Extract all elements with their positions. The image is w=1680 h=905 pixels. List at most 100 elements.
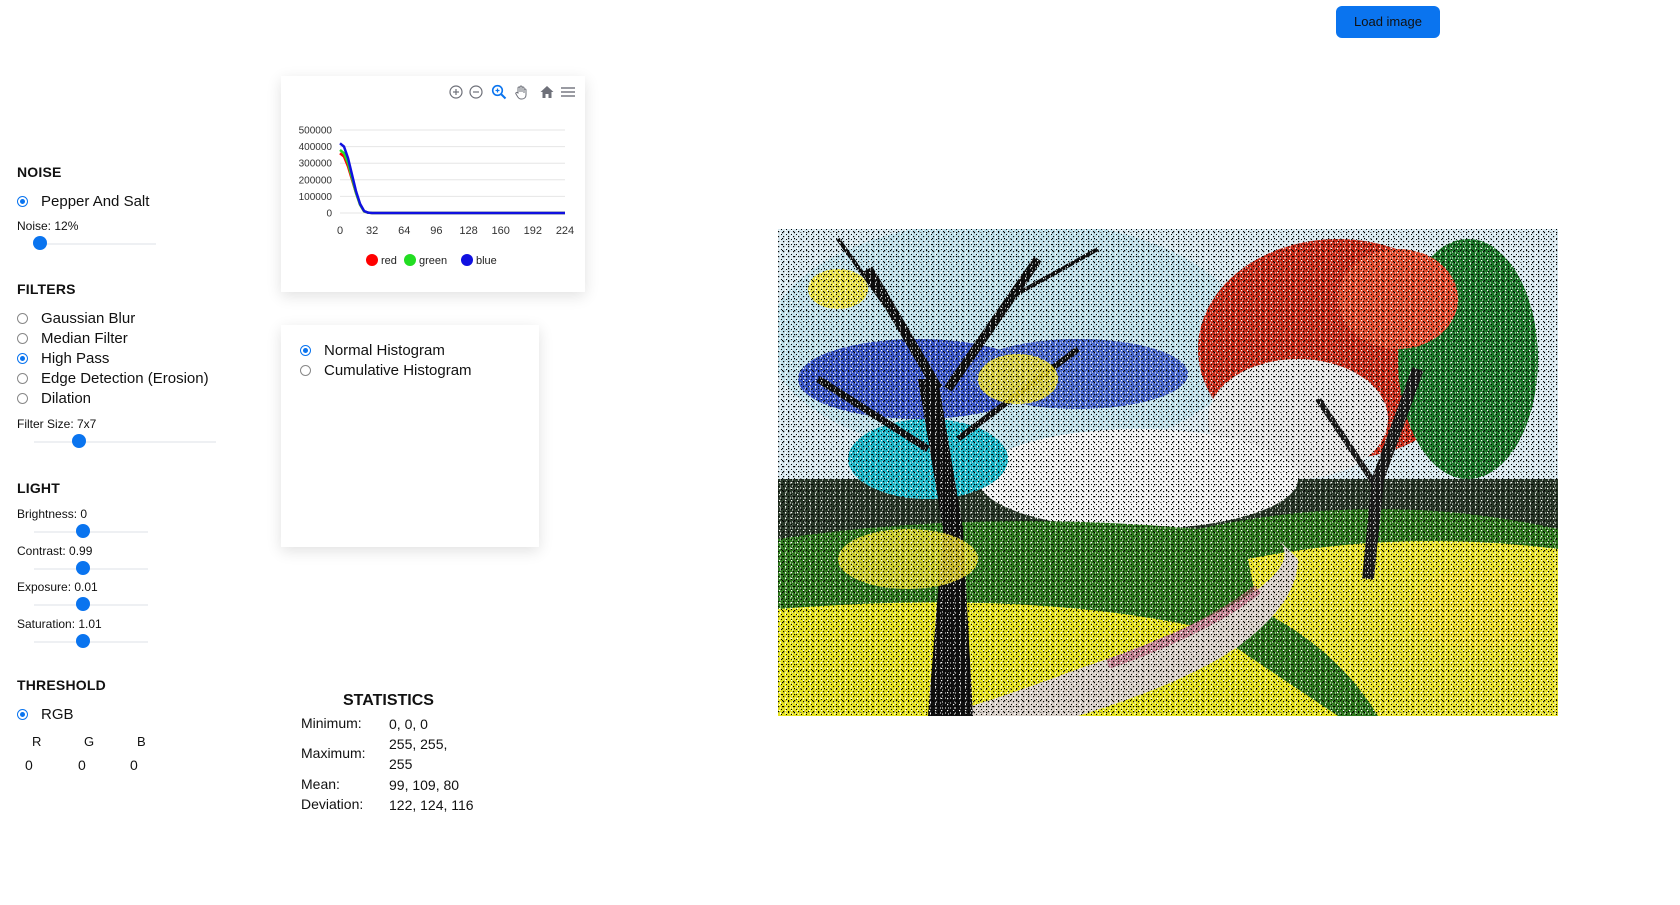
- stat-minimum-label: Minimum:: [301, 715, 362, 731]
- filter-option-edge-detection[interactable]: Edge Detection (Erosion): [17, 368, 209, 388]
- slider-track: [34, 568, 148, 570]
- saturation-label: Saturation: 1.01: [17, 617, 102, 631]
- y-tick-label: 100000: [299, 192, 333, 203]
- legend-marker-red: [366, 254, 378, 266]
- filter-size-label: Filter Size: 7x7: [17, 417, 97, 431]
- threshold-option-label: RGB: [41, 705, 74, 723]
- stat-deviation-label: Deviation:: [301, 796, 364, 812]
- noise-section-title: NOISE: [17, 164, 62, 180]
- slider-thumb[interactable]: [76, 597, 90, 611]
- y-tick-label: 200000: [299, 175, 333, 186]
- radio-button[interactable]: [300, 364, 311, 376]
- legend-label-green: green: [419, 255, 447, 267]
- noise-option-pepper-salt[interactable]: Pepper And Salt: [17, 191, 149, 211]
- legend-marker-green: [404, 254, 416, 266]
- filter-option-dilation[interactable]: Dilation: [17, 388, 91, 408]
- zoom-selection-icon[interactable]: [491, 84, 507, 100]
- brightness-slider[interactable]: [34, 524, 148, 538]
- load-image-button[interactable]: Load image: [1336, 6, 1440, 38]
- radio-button[interactable]: [17, 372, 28, 384]
- legend-marker-blue: [461, 254, 473, 266]
- slider-track: [34, 441, 216, 443]
- menu-icon[interactable]: [560, 84, 576, 100]
- series-line-green: [339, 148, 565, 215]
- x-tick-label: 224: [556, 225, 574, 237]
- x-tick-label: 128: [459, 225, 477, 237]
- slider-track: [34, 531, 148, 533]
- y-tick-label: 400000: [299, 142, 333, 153]
- exposure-slider[interactable]: [34, 597, 148, 611]
- channel-b-header: B: [137, 734, 146, 749]
- noise-slider-label: Noise: 12%: [17, 219, 79, 233]
- filter-option-high-pass[interactable]: High Pass: [17, 348, 109, 368]
- contrast-label: Contrast: 0.99: [17, 544, 93, 558]
- channel-r-header: R: [32, 734, 42, 749]
- stat-maximum-value: 255, 255, 255: [389, 736, 448, 772]
- radio-button[interactable]: [17, 708, 28, 720]
- threshold-b-input[interactable]: 0: [130, 757, 138, 773]
- threshold-r-input[interactable]: 0: [25, 757, 33, 773]
- histogram-mode-label: Normal Histogram: [324, 341, 445, 359]
- x-tick-label: 0: [337, 225, 343, 237]
- exposure-label: Exposure: 0.01: [17, 580, 98, 594]
- series-line-blue: [339, 142, 565, 215]
- filter-option-label: Dilation: [41, 389, 92, 407]
- brightness-label: Brightness: 0: [17, 507, 88, 521]
- cumulative-histogram-option[interactable]: Cumulative Histogram: [300, 360, 472, 380]
- threshold-option-rgb[interactable]: RGB: [17, 704, 74, 724]
- legend-label-red: red: [381, 255, 397, 267]
- series-line-red: [339, 152, 565, 215]
- zoom-out-icon[interactable]: [468, 84, 484, 100]
- radio-button[interactable]: [17, 352, 28, 364]
- statistics-title: STATISTICS: [343, 692, 434, 709]
- filter-option-label: Edge Detection (Erosion): [41, 369, 209, 387]
- y-tick-label: 0: [326, 209, 332, 220]
- processed-image: [778, 229, 1558, 716]
- slider-thumb[interactable]: [33, 236, 47, 250]
- zoom-in-icon[interactable]: [448, 84, 464, 100]
- stat-mean-label: Mean:: [301, 776, 340, 792]
- x-tick-label: 160: [492, 225, 510, 237]
- filter-size-slider[interactable]: [34, 434, 216, 448]
- slider-track: [34, 604, 148, 606]
- slider-track: [34, 641, 148, 643]
- saturation-slider[interactable]: [34, 634, 148, 648]
- stat-mean-value: 99, 109, 80: [389, 777, 460, 793]
- y-tick-label: 500000: [299, 126, 333, 137]
- filter-option-gaussian-blur[interactable]: Gaussian Blur: [17, 308, 135, 328]
- threshold-g-input[interactable]: 0: [78, 757, 86, 773]
- histogram-mode-label: Cumulative Histogram: [324, 361, 472, 379]
- radio-button[interactable]: [17, 195, 28, 207]
- radio-button[interactable]: [17, 392, 28, 404]
- x-tick-label: 32: [366, 225, 378, 237]
- x-tick-label: 96: [430, 225, 442, 237]
- channel-g-header: G: [84, 734, 95, 749]
- filter-option-label: Median Filter: [41, 329, 128, 347]
- noise-slider[interactable]: [33, 236, 156, 250]
- slider-thumb[interactable]: [76, 634, 90, 648]
- radio-button[interactable]: [17, 332, 28, 344]
- filters-section-title: FILTERS: [17, 281, 76, 297]
- contrast-slider[interactable]: [34, 561, 148, 575]
- radio-button[interactable]: [17, 312, 28, 324]
- pan-hand-icon[interactable]: [513, 84, 529, 100]
- stat-deviation-value: 122, 124, 116: [389, 797, 474, 813]
- slider-thumb[interactable]: [72, 434, 86, 448]
- stat-maximum-label: Maximum:: [301, 745, 366, 761]
- slider-thumb[interactable]: [76, 524, 90, 538]
- histogram-chart: 500000 400000 300000 200000 100000 00 32 64 96 12…: [299, 126, 575, 268]
- x-tick-label: 192: [524, 225, 542, 237]
- normal-histogram-option[interactable]: Normal Histogram: [300, 340, 445, 360]
- y-tick-label: 300000: [299, 159, 333, 170]
- legend-label-blue: blue: [476, 255, 497, 267]
- threshold-section-title: THRESHOLD: [17, 677, 106, 693]
- filter-option-median-filter[interactable]: Median Filter: [17, 328, 128, 348]
- slider-thumb[interactable]: [76, 561, 90, 575]
- x-tick-label: 64: [398, 225, 410, 237]
- filter-option-label: Gaussian Blur: [41, 309, 136, 327]
- noise-option-label: Pepper And Salt: [41, 192, 150, 210]
- slider-track: [34, 243, 156, 245]
- stat-minimum-value: 0, 0, 0: [389, 716, 428, 732]
- home-reset-icon[interactable]: [539, 84, 555, 100]
- radio-button[interactable]: [300, 344, 311, 356]
